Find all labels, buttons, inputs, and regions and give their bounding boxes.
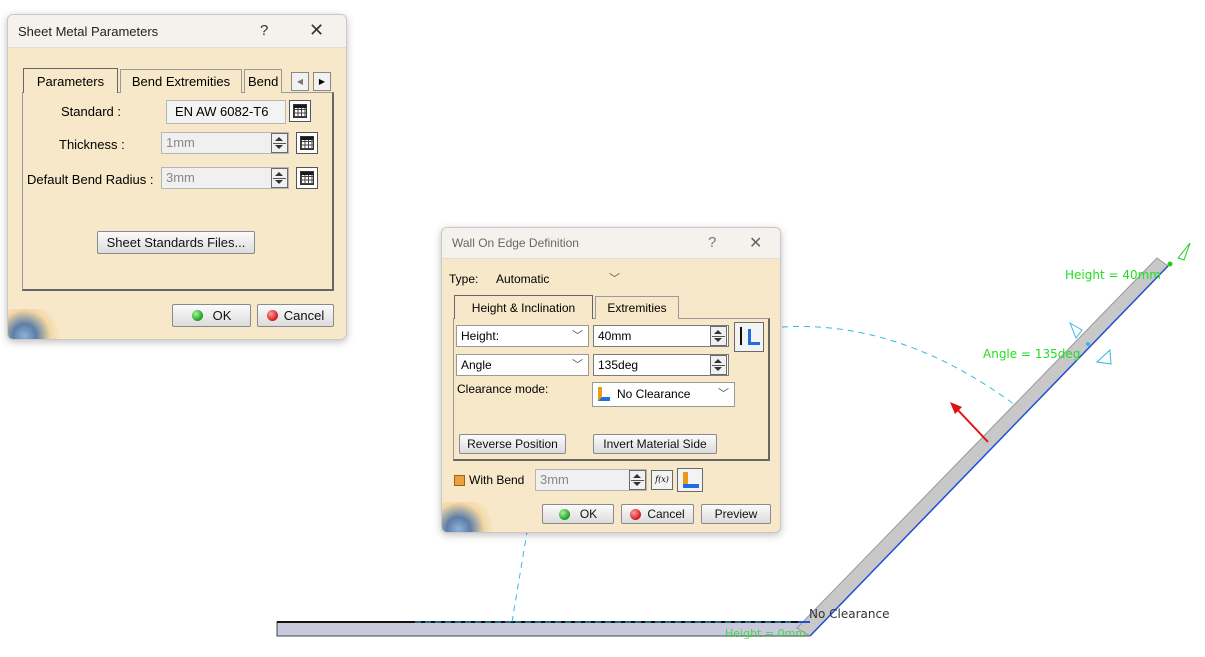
default-bend-radius-label: Default Bend Radius : [27,172,154,187]
height-annotation[interactable]: Height = 40mm [1065,268,1161,282]
ok-label: OK [579,507,598,521]
reverse-position-button[interactable]: Reverse Position [459,434,566,454]
angle-mode-value: Angle [461,358,492,372]
height-field[interactable]: 40mm [593,325,729,347]
sheet-standards-files-button[interactable]: Sheet Standards Files... [97,231,255,254]
titlebar[interactable]: Wall On Edge Definition ? ✕ [442,228,780,259]
close-icon[interactable]: ✕ [309,20,324,41]
standard-field[interactable]: EN AW 6082-T6 [166,100,286,124]
cancel-button[interactable]: Cancel [621,504,694,524]
clearance-mode-select[interactable]: No Clearance ﹀ [592,382,735,407]
angle-manipulator-1[interactable] [1068,321,1083,340]
with-bend-label: With Bend [469,473,525,487]
dialog-title: Wall On Edge Definition [452,236,579,250]
tab-bend-extremities[interactable]: Bend Extremities [120,69,242,93]
invert-material-side-button[interactable]: Invert Material Side [593,434,717,454]
angle-spinner[interactable] [710,355,727,375]
with-bend-spinner[interactable] [629,470,646,490]
tab-bend[interactable]: Bend [244,69,282,93]
cancel-icon [266,310,278,321]
preview-button[interactable]: Preview [701,504,771,524]
wall-edge [809,265,1169,637]
titlebar[interactable]: Sheet Metal Parameters ? ✕ [8,15,346,48]
bend-radius-spinner[interactable] [271,168,288,188]
clearance-icon [598,387,610,401]
clearance-mode-label: Clearance mode: [457,382,549,396]
chevron-down-icon: ﹀ [572,359,583,371]
bend-radius-table-icon[interactable] [296,167,318,189]
arc-dashed-lower [511,531,528,623]
chevron-down-icon: ﹀ [609,273,620,285]
cancel-icon [630,508,642,520]
chevron-down-icon: ﹀ [572,330,583,342]
height-mode-select[interactable]: Height: ﹀ [456,325,589,347]
height-direction-icon[interactable] [734,322,764,352]
tab-height-inclination[interactable]: Height & Inclination [454,295,593,319]
standard-table-icon[interactable] [289,100,311,122]
tab-parameters[interactable]: Parameters [23,68,118,93]
cancel-label: Cancel [283,308,325,323]
angle-mode-select[interactable]: Angle ﹀ [456,354,589,376]
bend-parameters-icon[interactable] [677,468,703,492]
ok-button[interactable]: OK [172,304,251,327]
height-manipulator[interactable] [1177,242,1191,261]
wall-on-edge-dialog[interactable]: Wall On Edge Definition ? ✕ Type: Automa… [441,227,781,533]
ok-button[interactable]: OK [542,504,614,524]
cancel-button[interactable]: Cancel [257,304,334,327]
type-label: Type: [449,272,479,286]
angle-annotation[interactable]: Angle = 135deg [983,347,1080,361]
thickness-label: Thickness : [59,137,125,152]
thickness-field[interactable]: 1mm [161,132,289,154]
type-value: Automatic [496,272,550,286]
angle-field[interactable]: 135deg [593,354,729,376]
app-logo-icon [8,309,63,339]
bottom-annotation: Height = 0mm [725,627,807,640]
sheet-metal-parameters-dialog[interactable]: Sheet Metal Parameters ? ✕ Parameters Be… [7,14,347,340]
help-icon[interactable]: ? [708,234,716,251]
app-logo-icon [442,502,497,532]
height-point [1167,261,1173,267]
angle-manipulator-2[interactable] [1095,348,1112,365]
cancel-label: Cancel [647,507,685,521]
direction-arrow[interactable] [955,407,989,443]
inclined-wall[interactable] [796,257,1169,637]
thickness-spinner[interactable] [271,133,288,153]
tab-scroll-right[interactable]: ▶ [313,72,331,91]
standard-label: Standard : [61,104,121,119]
type-select[interactable]: Automatic ﹀ [491,268,626,290]
help-icon[interactable]: ? [260,22,268,39]
height-mode-value: Height: [461,329,500,343]
tab-scroll-left[interactable]: ◀ [291,72,309,91]
ok-label: OK [212,308,232,323]
bend-radius-field[interactable]: 3mm [161,167,289,189]
tab-extremities[interactable]: Extremities [595,296,679,319]
formula-icon[interactable]: f(x) [651,470,673,490]
clearance-value: No Clearance [617,387,691,401]
clearance-annotation: No Clearance [809,607,890,621]
arc-dashed-upper [781,325,1016,406]
dialog-title: Sheet Metal Parameters [18,23,159,39]
ok-icon [191,310,203,321]
angle-point [1086,342,1090,346]
ok-icon [558,508,570,520]
height-spinner[interactable] [710,326,727,346]
close-icon[interactable]: ✕ [749,233,762,253]
with-bend-checkbox[interactable] [454,475,465,486]
chevron-down-icon: ﹀ [718,388,729,400]
thickness-table-icon[interactable] [296,132,318,154]
